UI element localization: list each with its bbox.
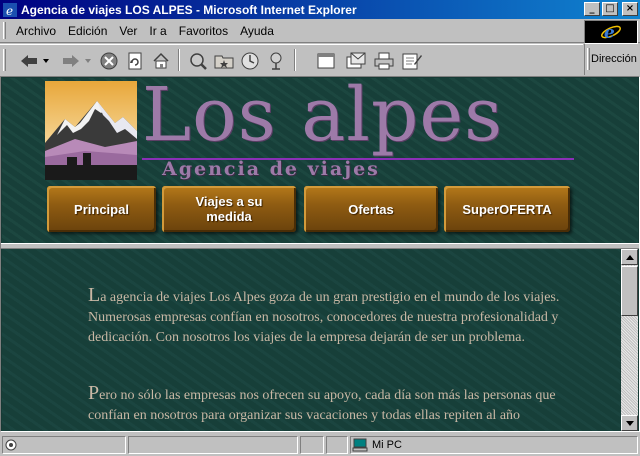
edit-icon [402, 53, 422, 70]
second-paragraph: Pero no sólo las empresas nos ofrecen su… [88, 383, 578, 426]
edit-button[interactable] [400, 50, 424, 72]
mail-button[interactable] [344, 50, 368, 72]
refresh-button[interactable] [124, 50, 146, 72]
nav-superoferta-label: SuperOFERTA [462, 201, 552, 217]
window-title-bar[interactable]: e Agencia de viajes LOS ALPES - Microsof… [0, 0, 640, 19]
channels-icon [270, 52, 282, 70]
arrow-down-icon [625, 420, 634, 426]
status-text-cell [2, 436, 126, 454]
mail-icon [346, 52, 366, 69]
scroll-up-button[interactable] [621, 249, 638, 265]
my-computer-icon [352, 438, 368, 452]
close-button[interactable]: × [622, 2, 638, 16]
fullscreen-icon [317, 53, 335, 69]
maximize-button[interactable]: □ [602, 2, 618, 16]
menu-grip[interactable] [3, 22, 6, 39]
status-cell [300, 436, 324, 454]
home-button[interactable] [150, 50, 172, 72]
history-icon [241, 52, 259, 70]
forward-icon [63, 55, 91, 67]
back-button[interactable] [14, 50, 54, 72]
stop-button[interactable] [98, 50, 120, 72]
print-button[interactable] [372, 50, 396, 72]
nav-principal-label: Principal [74, 201, 129, 217]
status-progress-cell [128, 436, 298, 454]
drop-cap: P [88, 382, 100, 404]
address-bar-toggle[interactable]: Dirección [584, 44, 640, 75]
svg-text:e: e [604, 23, 615, 42]
toolbar-separator [178, 49, 180, 71]
security-zone: Mi PC [352, 438, 402, 452]
site-subtitle: Agencia de viajes [162, 158, 380, 180]
intro-paragraph: La agencia de viajes Los Alpes goza de u… [88, 285, 578, 348]
menu-ayuda[interactable]: Ayuda [234, 24, 280, 38]
nav-viajes-button[interactable]: Viajes a su medida [162, 186, 296, 232]
arrow-up-icon [625, 254, 634, 260]
status-cell [326, 436, 348, 454]
menu-ir-a[interactable]: Ir a [143, 24, 172, 38]
browser-viewport: Los alpes Agencia de viajes Principal Vi… [0, 76, 640, 432]
site-title: Los alpes [142, 76, 504, 158]
drop-cap: L [88, 284, 101, 306]
content-frame: La agencia de viajes Los Alpes goza de u… [2, 249, 620, 431]
history-button[interactable] [238, 50, 262, 72]
favorites-icon [214, 55, 234, 69]
menu-ver[interactable]: Ver [113, 24, 143, 38]
page-status-icon [5, 439, 17, 451]
forward-button[interactable] [56, 50, 96, 72]
nav-ofertas-button[interactable]: Ofertas [304, 186, 438, 232]
menu-archivo[interactable]: Archivo [10, 24, 62, 38]
channels-button[interactable] [264, 50, 288, 72]
scroll-thumb[interactable] [621, 266, 638, 316]
menu-bar: Archivo Edición Ver Ir a Favoritos Ayuda [0, 19, 640, 43]
paragraph-text: a agencia de viajes Los Alpes goza de un… [88, 290, 560, 345]
menu-edicion[interactable]: Edición [62, 24, 113, 38]
menu-favoritos[interactable]: Favoritos [173, 24, 234, 38]
address-label: Dirección [591, 53, 637, 65]
toolbar-grip[interactable] [3, 49, 6, 71]
paragraph-text: ero no sólo las empresas nos ofrecen su … [88, 388, 556, 423]
nav-viajes-label: Viajes a su medida [195, 194, 263, 224]
print-icon [374, 52, 394, 70]
ie-logo-icon: e [3, 2, 17, 17]
back-icon [21, 55, 49, 67]
window-title: Agencia de viajes LOS ALPES - Microsoft … [21, 2, 357, 17]
standard-toolbar [0, 44, 583, 75]
nav-principal-button[interactable]: Principal [47, 186, 156, 232]
status-bar: Mi PC [0, 434, 640, 456]
scroll-down-button[interactable] [621, 415, 638, 431]
ie-throbber: e [584, 20, 638, 44]
header-frame: Los alpes Agencia de viajes Principal Vi… [2, 76, 638, 245]
search-icon [190, 53, 207, 70]
nav-superoferta-button[interactable]: SuperOFERTA [444, 186, 570, 232]
home-icon [153, 52, 169, 69]
svg-text:e: e [6, 4, 13, 17]
zone-label: Mi PC [372, 439, 402, 451]
vertical-scrollbar[interactable] [621, 249, 638, 431]
search-button[interactable] [186, 50, 210, 72]
refresh-icon [128, 52, 142, 70]
nav-ofertas-label: Ofertas [348, 201, 394, 217]
toolbar-separator [294, 49, 296, 71]
address-grip[interactable] [587, 48, 590, 70]
fullscreen-button[interactable] [314, 50, 338, 72]
minimize-button[interactable]: _ [584, 2, 600, 16]
stop-icon [100, 52, 118, 70]
ie-logo-icon: e [601, 23, 621, 42]
favorites-button[interactable] [212, 50, 236, 72]
mountain-logo [45, 81, 137, 180]
